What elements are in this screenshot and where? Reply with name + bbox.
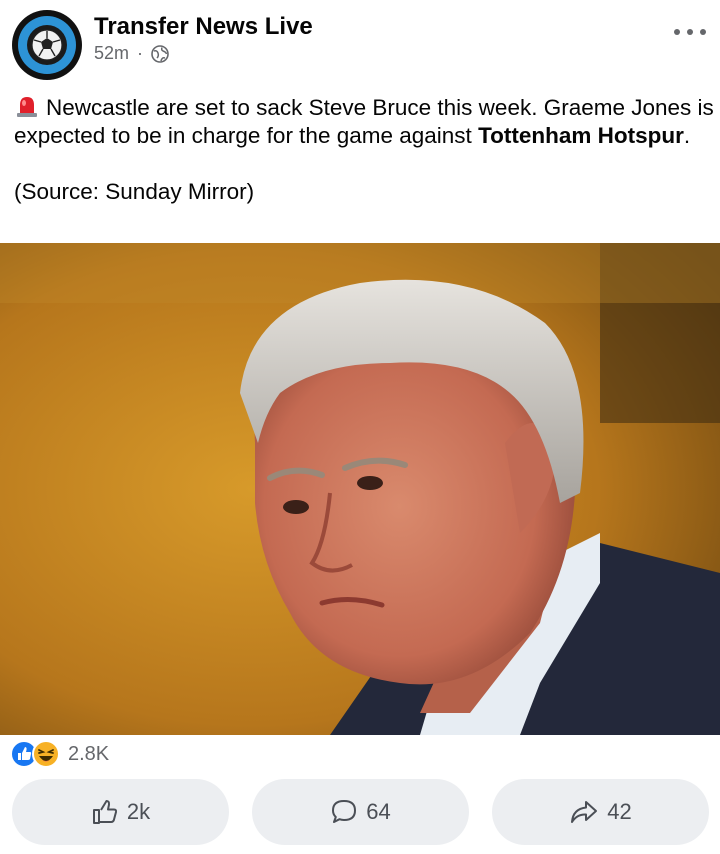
page-name[interactable]: Transfer News Live — [94, 13, 313, 41]
post-meta: 52m · — [94, 43, 169, 64]
page-avatar[interactable] — [12, 10, 82, 80]
share-icon — [571, 801, 598, 823]
comment-icon — [332, 800, 357, 823]
post-header: Transfer News Live 52m · — [0, 0, 720, 90]
comment-count: 64 — [366, 799, 391, 824]
post-text-end: . — [683, 123, 691, 148]
meta-separator: · — [137, 43, 144, 63]
action-bar: 2k 64 42 — [12, 779, 709, 845]
more-options-button[interactable] — [674, 20, 706, 44]
reaction-count: 2.8K — [68, 742, 110, 765]
siren-icon — [17, 97, 37, 117]
post-time[interactable]: 52m — [94, 43, 129, 64]
post-text: Newcastle are set to sack Steve Bruce th… — [14, 94, 714, 206]
globe-icon — [151, 44, 169, 63]
comment-button[interactable]: 64 — [252, 779, 469, 845]
like-button[interactable]: 2k — [12, 779, 229, 845]
dot-icon — [687, 29, 693, 35]
post-source: (Source: Sunday Mirror) — [14, 179, 255, 204]
post-text-bold: Tottenham Hotspur — [478, 123, 684, 148]
thumbs-up-icon — [92, 800, 117, 824]
dot-icon — [700, 29, 706, 35]
share-count: 42 — [607, 799, 632, 824]
dot-icon — [674, 29, 680, 35]
reactions-summary[interactable]: 2.8K — [10, 739, 109, 769]
soccer-ball-icon — [31, 29, 63, 61]
haha-reaction-icon — [32, 740, 60, 768]
share-button[interactable]: 42 — [492, 779, 709, 845]
like-count: 2k — [126, 799, 151, 824]
post-body: Newcastle are set to sack Steve Bruce th… — [14, 94, 714, 150]
post-photo[interactable] — [0, 243, 720, 735]
